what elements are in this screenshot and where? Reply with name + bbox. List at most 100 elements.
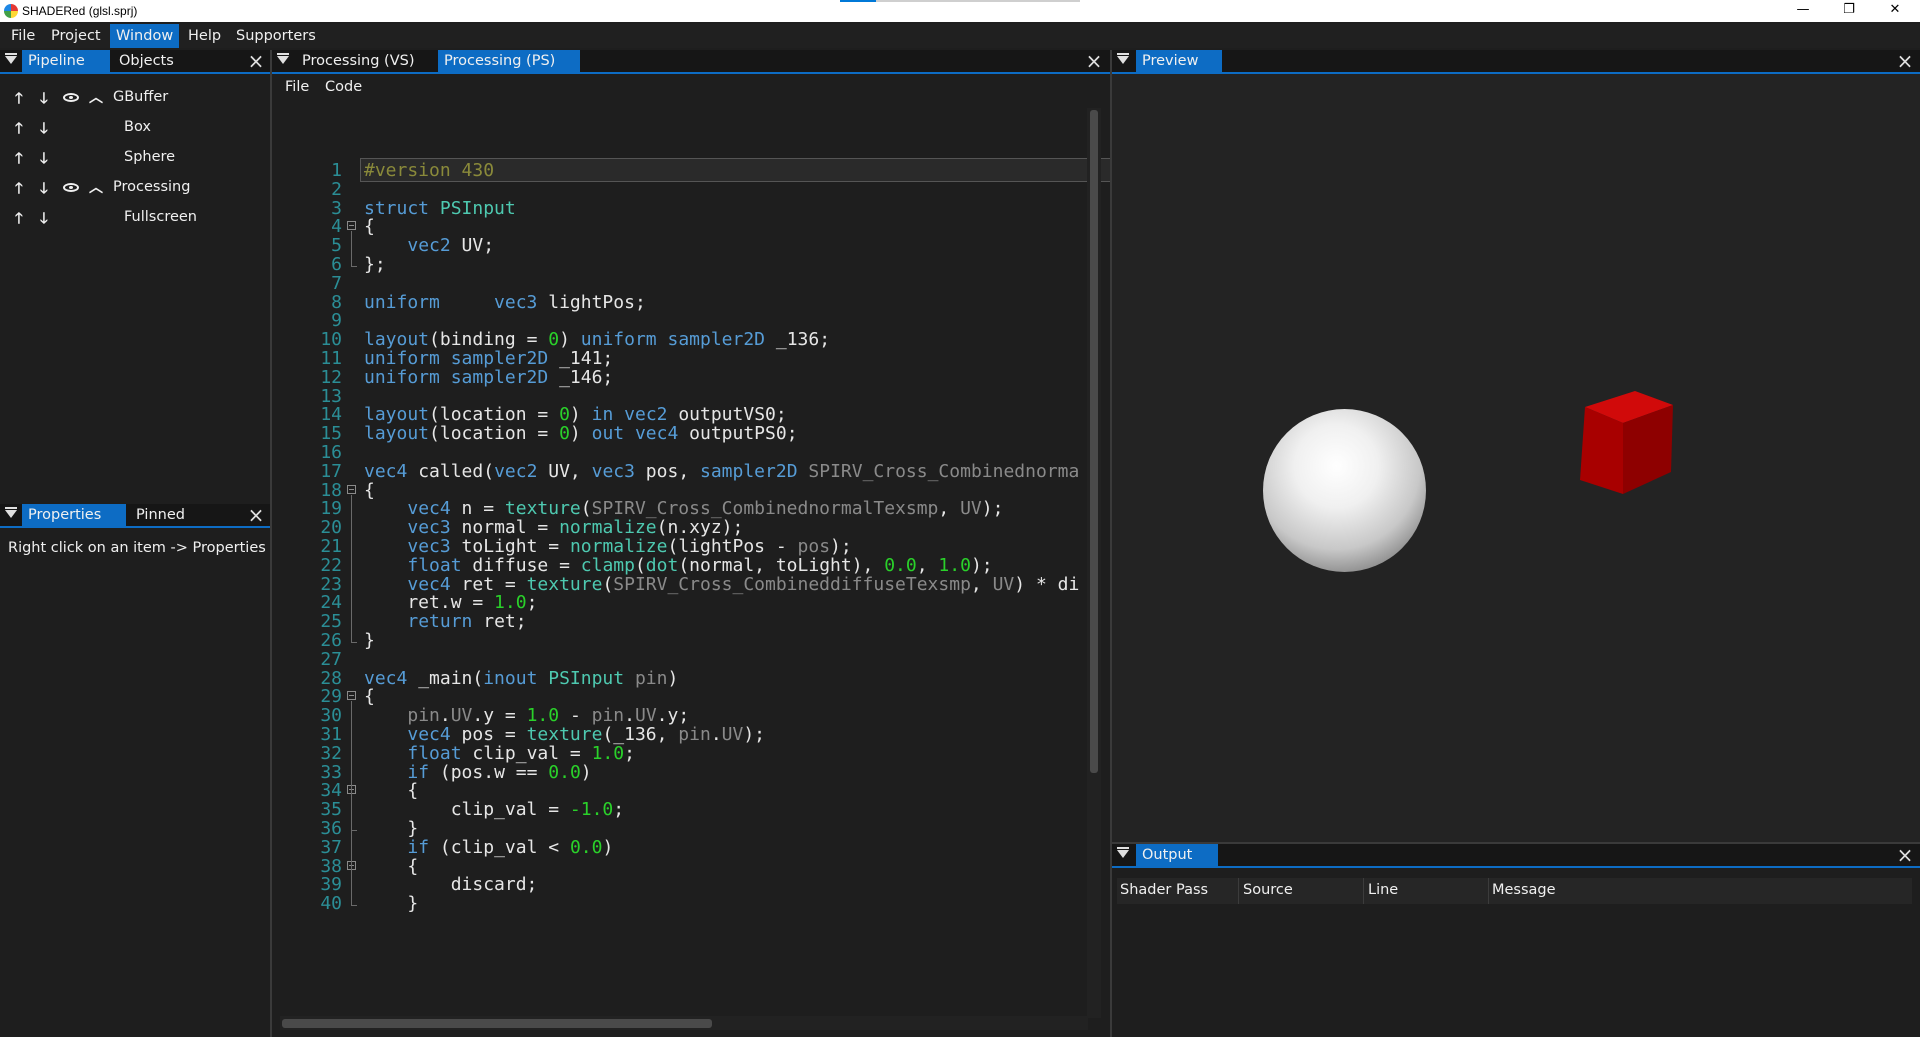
- code-line[interactable]: return ret;: [364, 611, 526, 632]
- close-icon[interactable]: ×: [1895, 845, 1915, 865]
- fold-guide-end: [351, 905, 357, 907]
- fold-toggle-icon[interactable]: [347, 221, 356, 231]
- chevron-up-icon[interactable]: ︿: [89, 177, 103, 197]
- load-progress: [840, 0, 1080, 2]
- code-line[interactable]: #version 430: [364, 160, 494, 181]
- fold-guide: [351, 870, 352, 906]
- pipeline-pass[interactable]: 🡑 🡓 ︿ GBuffer: [0, 86, 270, 110]
- app-logo-icon: [4, 4, 18, 18]
- pipeline-tabbar: Pipeline Objects ×: [0, 50, 270, 74]
- code-line[interactable]: struct PSInput: [364, 198, 516, 219]
- fold-guide: [351, 795, 352, 830]
- arrow-down-icon[interactable]: 🡓: [40, 208, 48, 233]
- close-icon[interactable]: ×: [246, 505, 266, 525]
- vertical-scrollbar[interactable]: [1090, 110, 1098, 773]
- menu-project[interactable]: Project: [45, 24, 107, 48]
- arrow-up-icon[interactable]: 🡑: [15, 208, 23, 233]
- sphere-mesh[interactable]: [1263, 409, 1426, 572]
- panel-menu-icon[interactable]: [1117, 53, 1129, 64]
- tab-preview[interactable]: Preview: [1136, 50, 1222, 72]
- menu-bar: File Project Window Help Supporters: [0, 24, 1920, 48]
- close-icon[interactable]: ×: [1895, 51, 1915, 71]
- pipeline-item[interactable]: 🡑 🡓 Box: [0, 116, 270, 140]
- fold-toggle-icon[interactable]: [347, 691, 356, 701]
- preview-tabbar: Preview ×: [1112, 50, 1920, 74]
- fold-guide: [351, 494, 352, 642]
- minimize-button[interactable]: —: [1780, 0, 1826, 22]
- arrow-down-icon[interactable]: 🡓: [40, 178, 48, 203]
- pipeline-item[interactable]: 🡑 🡓 Sphere: [0, 146, 270, 170]
- code-line[interactable]: }: [364, 893, 418, 914]
- tab-properties[interactable]: Properties: [22, 504, 126, 526]
- chevron-up-icon[interactable]: ︿: [89, 87, 103, 107]
- menu-help[interactable]: Help: [182, 24, 227, 48]
- editor-menu: File Code: [272, 76, 1110, 100]
- code-line[interactable]: };: [364, 254, 386, 275]
- col-shader-pass[interactable]: Shader Pass: [1120, 882, 1208, 898]
- cube-mesh[interactable]: [1568, 384, 1678, 496]
- code-area[interactable]: 1 #version 430 2 3 struct PSInput 4{5 vec2 UV…: [272, 100, 1132, 1037]
- menu-file[interactable]: File: [5, 24, 41, 48]
- arrow-down-icon[interactable]: 🡓: [40, 148, 48, 173]
- column-divider[interactable]: [1488, 878, 1489, 904]
- pipeline-item-label: Box: [124, 119, 151, 135]
- arrow-up-icon[interactable]: 🡑: [15, 118, 23, 143]
- close-icon[interactable]: ×: [1084, 51, 1104, 71]
- panel-menu-icon[interactable]: [5, 53, 17, 64]
- pipeline-item-label: Fullscreen: [124, 209, 197, 225]
- horizontal-scrollbar[interactable]: [282, 1019, 712, 1028]
- editor-menu-file[interactable]: File: [285, 79, 309, 95]
- arrow-up-icon[interactable]: 🡑: [15, 148, 23, 173]
- column-divider[interactable]: [1363, 878, 1364, 904]
- fold-guide: [351, 231, 352, 266]
- code-line[interactable]: vec4 called(vec2 UV, vec3 pos, sampler2D…: [364, 461, 1079, 482]
- menu-window[interactable]: Window: [110, 24, 180, 48]
- arrow-up-icon[interactable]: 🡑: [15, 88, 23, 113]
- code-line[interactable]: uniform vec3 lightPos;: [364, 292, 646, 313]
- eye-icon[interactable]: [63, 93, 79, 102]
- eye-icon[interactable]: [63, 183, 79, 192]
- arrow-down-icon[interactable]: 🡓: [40, 118, 48, 143]
- load-progress-fill: [840, 0, 876, 2]
- col-message[interactable]: Message: [1492, 882, 1556, 898]
- menu-supporters[interactable]: Supporters: [230, 24, 322, 48]
- panel-menu-icon[interactable]: [277, 53, 289, 64]
- pipeline-item-label: Processing: [113, 179, 191, 195]
- pipeline-item[interactable]: 🡑 🡓 Fullscreen: [0, 206, 270, 230]
- output-tabbar: Output ×: [1112, 844, 1920, 868]
- close-icon[interactable]: ×: [246, 51, 266, 71]
- column-divider[interactable]: [1238, 878, 1239, 904]
- output-panel: Output ×: [1112, 844, 1920, 1037]
- code-line[interactable]: uniform sampler2D _146;: [364, 367, 613, 388]
- pipeline-item-label: GBuffer: [113, 89, 169, 105]
- fold-guide-end: [351, 642, 357, 643]
- close-window-button[interactable]: ✕: [1872, 0, 1918, 22]
- fold-toggle-icon[interactable]: [347, 484, 356, 494]
- tab-processing-ps[interactable]: Processing (PS): [438, 50, 580, 72]
- properties-panel: Properties Pinned × Right click on an it…: [0, 504, 270, 1037]
- panel-menu-icon[interactable]: [1117, 847, 1129, 858]
- arrow-up-icon[interactable]: 🡑: [15, 178, 23, 203]
- col-line[interactable]: Line: [1368, 882, 1398, 898]
- tab-pinned[interactable]: Pinned: [130, 504, 191, 526]
- pipeline-pass[interactable]: 🡑 🡓 ︿ Processing: [0, 176, 270, 200]
- tab-objects[interactable]: Objects: [113, 50, 180, 72]
- code-editor-panel: Processing (VS) Processing (PS) × File C…: [272, 50, 1132, 1037]
- preview-viewport[interactable]: [1112, 74, 1920, 842]
- maximize-button[interactable]: ❐: [1826, 0, 1872, 22]
- code-line[interactable]: vec4 _main(inout PSInput pin): [364, 668, 678, 689]
- code-line[interactable]: }: [364, 630, 375, 651]
- tab-output[interactable]: Output: [1136, 844, 1218, 866]
- col-source[interactable]: Source: [1243, 882, 1293, 898]
- panel-menu-icon[interactable]: [5, 507, 17, 518]
- editor-menu-code[interactable]: Code: [325, 79, 362, 95]
- code-line[interactable]: layout(location = 0) out vec4 outputPS0;: [364, 423, 798, 444]
- pipeline-item-label: Sphere: [124, 149, 176, 165]
- arrow-down-icon[interactable]: 🡓: [40, 88, 48, 113]
- output-table-header: Shader Pass Source Line Message: [1117, 878, 1912, 904]
- properties-tabbar: Properties Pinned ×: [0, 504, 270, 528]
- editor-tabbar: Processing (VS) Processing (PS) ×: [272, 50, 1110, 74]
- tab-pipeline[interactable]: Pipeline: [22, 50, 110, 72]
- tab-processing-vs[interactable]: Processing (VS): [296, 50, 420, 72]
- window-title: SHADERed (glsl.sprj): [22, 4, 138, 18]
